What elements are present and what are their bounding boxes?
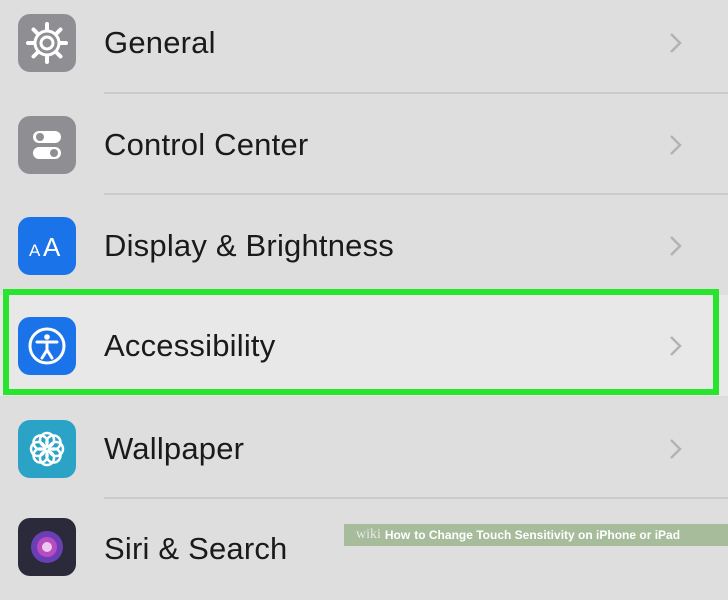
settings-list: General Control Center A A Display & Bri… [0,0,728,600]
settings-row-label: Siri & Search [104,531,288,566]
settings-row-label: Wallpaper [104,430,245,466]
accessibility-icon [18,316,76,375]
siri-icon [18,518,76,576]
gear-icon [18,13,76,72]
wikihow-watermark: wiki How to Change Touch Sensitivity on … [344,524,728,546]
chevron-right-icon [670,32,682,53]
svg-text:A: A [29,241,41,260]
settings-row-accessibility[interactable]: Accessibility [0,295,728,396]
svg-text:A: A [43,232,61,261]
chevron-right-icon [670,335,682,356]
settings-row-label: General [104,24,216,60]
chevron-right-icon [670,134,682,155]
settings-row-wallpaper[interactable]: Wallpaper [0,398,728,499]
watermark-title: to Change Touch Sensitivity on iPhone or… [414,528,681,542]
watermark-how: How [384,528,411,542]
text-size-icon: A A [18,216,76,275]
flower-icon [18,419,76,478]
settings-row-control-center[interactable]: Control Center [0,94,728,195]
settings-row-general[interactable]: General [0,0,728,93]
toggles-icon [18,115,76,174]
chevron-right-icon [670,438,682,459]
settings-row-siri-search[interactable]: Siri & Search [0,499,728,600]
settings-row-label: Accessibility [104,327,276,363]
chevron-right-icon [670,235,682,256]
settings-row-label: Control Center [104,126,309,162]
settings-row-display-brightness[interactable]: A A Display & Brightness [0,195,728,296]
watermark-brand: wiki [356,527,381,542]
settings-row-label: Display & Brightness [104,227,395,263]
